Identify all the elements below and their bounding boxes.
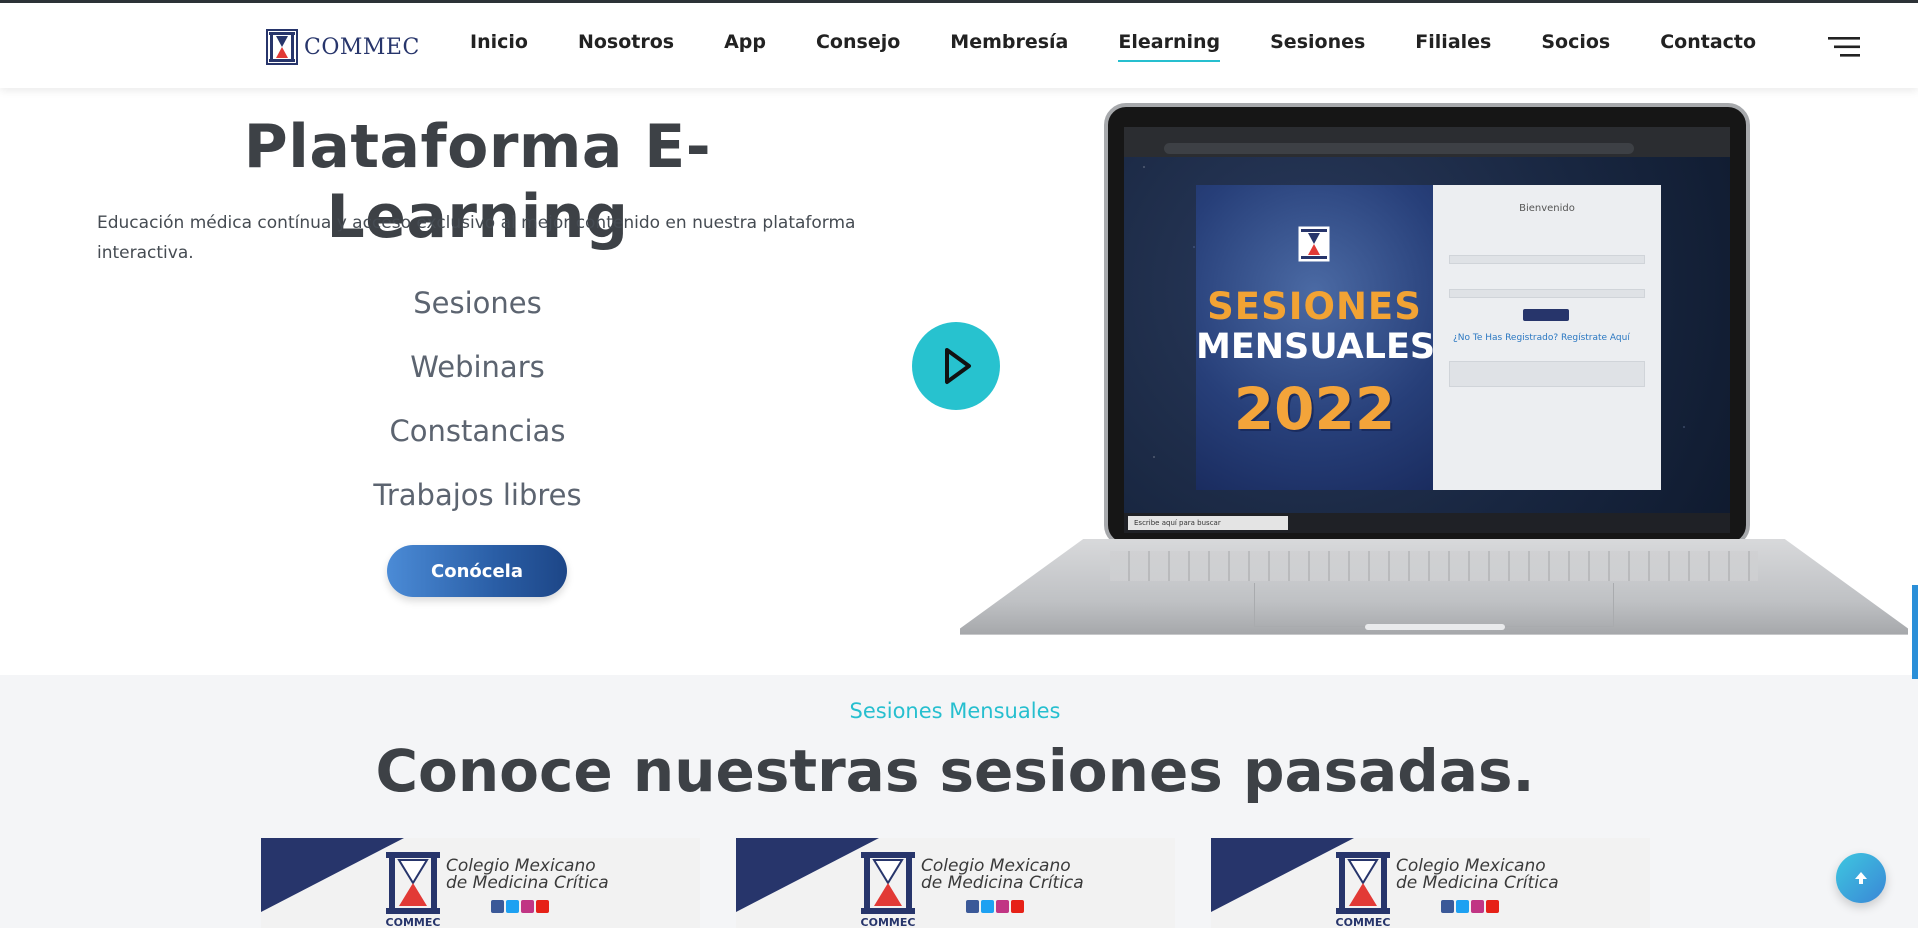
feature-trabajos-libres: Trabajos libres xyxy=(373,478,582,512)
section-title: Conoce nuestras sesiones pasadas. xyxy=(375,737,1535,805)
social-icons xyxy=(1441,900,1499,913)
nav-item-app[interactable]: App xyxy=(724,31,766,53)
nav-item-inicio[interactable]: Inicio xyxy=(470,31,528,53)
feature-sesiones: Sesiones xyxy=(413,286,542,320)
nav-item-filiales[interactable]: Filiales xyxy=(1415,31,1491,53)
page-scrollbar[interactable] xyxy=(1912,585,1918,679)
poster-title-line1: SESIONES xyxy=(1207,285,1422,328)
site-header: COMMEC Inicio Nosotros App Consejo Membr… xyxy=(0,3,1918,88)
card-org-name: Colegio Mexicano de Medicina Crítica xyxy=(921,856,1084,893)
hamburger-menu-icon[interactable] xyxy=(1828,36,1860,58)
twitter-icon xyxy=(506,900,519,913)
session-card[interactable]: Colegio Mexicano de Medicina Crítica COM… xyxy=(736,838,1175,928)
laptop-video-preview[interactable]: SESIONES MENSUALES 2022 Bienvenido ¿No T… xyxy=(960,103,1908,648)
sesiones-mensuales-poster: SESIONES MENSUALES 2022 xyxy=(1196,185,1436,490)
nav-item-socios[interactable]: Socios xyxy=(1541,31,1610,53)
instagram-icon xyxy=(1471,900,1484,913)
facebook-icon xyxy=(1441,900,1454,913)
card-org-name: Colegio Mexicano de Medicina Crítica xyxy=(446,856,609,893)
login-panel: Bienvenido ¿No Te Has Registrado? Regíst… xyxy=(1433,185,1661,490)
card-logo-text: COMMEC xyxy=(860,916,916,928)
play-video-button[interactable] xyxy=(912,322,1000,410)
hourglass-logo-icon xyxy=(861,852,915,914)
card-logo-text: COMMEC xyxy=(385,916,441,928)
login-title: Bienvenido xyxy=(1519,203,1575,214)
youtube-icon xyxy=(1011,900,1024,913)
twitter-icon xyxy=(1456,900,1469,913)
nav-item-contacto[interactable]: Contacto xyxy=(1660,31,1756,53)
laptop-screen: SESIONES MENSUALES 2022 Bienvenido ¿No T… xyxy=(1124,127,1730,533)
instagram-icon xyxy=(521,900,534,913)
laptop-keyboard xyxy=(1110,551,1758,581)
nav-item-nosotros[interactable]: Nosotros xyxy=(578,31,674,53)
nav-item-sesiones[interactable]: Sesiones xyxy=(1270,31,1365,53)
laptop-trackpad xyxy=(1254,583,1614,627)
feature-webinars: Webinars xyxy=(410,350,545,384)
nav-item-elearning[interactable]: Elearning xyxy=(1118,31,1220,62)
facebook-icon xyxy=(491,900,504,913)
login-submit xyxy=(1523,309,1569,321)
card-org-name: Colegio Mexicano de Medicina Crítica xyxy=(1396,856,1559,893)
hourglass-logo-icon xyxy=(1336,852,1390,914)
social-icons xyxy=(491,900,549,913)
laptop-lid: SESIONES MENSUALES 2022 Bienvenido ¿No T… xyxy=(1104,103,1750,547)
social-icons xyxy=(966,900,1024,913)
hourglass-logo-icon xyxy=(1298,226,1330,262)
youtube-icon xyxy=(536,900,549,913)
browser-bar xyxy=(1124,127,1730,157)
arrow-up-icon xyxy=(1855,872,1867,884)
card-logo-text: COMMEC xyxy=(1335,916,1391,928)
taskbar-search: Escribe aquí para buscar xyxy=(1128,516,1288,530)
session-card[interactable]: Colegio Mexicano de Medicina Crítica COM… xyxy=(1211,838,1650,928)
main-nav: Inicio Nosotros App Consejo Membresía El… xyxy=(470,31,1806,62)
scroll-to-top-button[interactable] xyxy=(1836,853,1886,903)
hourglass-logo-icon xyxy=(386,852,440,914)
sesiones-section: Sesiones Mensuales Conoce nuestras sesio… xyxy=(0,675,1918,928)
facebook-icon xyxy=(966,900,979,913)
poster-year: 2022 xyxy=(1233,375,1396,443)
play-icon xyxy=(945,348,971,384)
hourglass-logo-icon xyxy=(266,29,298,65)
hero-description: Educación médica contínua y acceso exclu… xyxy=(97,213,856,263)
section-kicker: Sesiones Mensuales xyxy=(849,699,1061,723)
brand-name: COMMEC xyxy=(304,34,420,60)
feature-constancias: Constancias xyxy=(389,414,566,448)
twitter-icon xyxy=(981,900,994,913)
os-taskbar: Escribe aquí para buscar xyxy=(1124,513,1730,533)
commec-logo[interactable]: COMMEC xyxy=(266,29,420,65)
nav-item-membresia[interactable]: Membresía xyxy=(950,31,1068,53)
instagram-icon xyxy=(996,900,1009,913)
poster-title-line2: MENSUALES xyxy=(1196,327,1436,367)
login-register-link: ¿No Te Has Registrado? Regístrate Aquí xyxy=(1453,333,1630,343)
youtube-icon xyxy=(1486,900,1499,913)
nav-item-consejo[interactable]: Consejo xyxy=(816,31,900,53)
conocela-button[interactable]: Conócela xyxy=(387,545,567,597)
session-card[interactable]: Colegio Mexicano de Medicina Crítica COM… xyxy=(261,838,700,928)
